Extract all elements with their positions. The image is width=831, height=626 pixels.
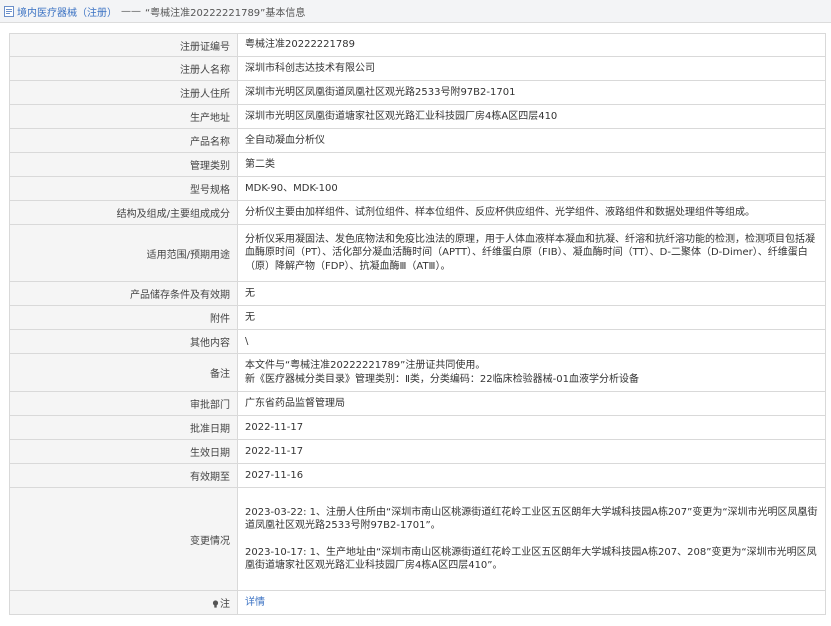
field-label: 注册证编号 (9, 33, 238, 57)
table-row: 产品名称 全自动凝血分析仪 (9, 128, 826, 153)
field-value: 2022-11-17 (237, 439, 826, 464)
field-value: 本文件与“粤械注准20222221789”注册证共同使用。 新《医疗器械分类目录… (237, 353, 826, 392)
details-link[interactable]: 详情 (245, 597, 265, 608)
field-label: 产品名称 (9, 128, 238, 153)
note-label: 注 (220, 599, 230, 610)
field-value: 详情 (237, 590, 826, 615)
table-row: 批准日期 2022-11-17 (9, 415, 826, 440)
field-label: 结构及组成/主要组成成分 (9, 200, 238, 225)
table-row: 有效期至 2027-11-16 (9, 463, 826, 488)
lightbulb-icon (212, 600, 219, 608)
change-entry: 2023-10-17: 1、生产地址由“深圳市南山区桃源街道红花岭工业区五区朗年… (245, 546, 817, 572)
field-label: 产品储存条件及有效期 (9, 281, 238, 306)
header-title: “粤械注准20222221789”基本信息 (145, 7, 306, 19)
table-row: 变更情况 2023-03-22: 1、注册人住所由“深圳市南山区桃源街道红花岭工… (9, 487, 826, 591)
remark-line: 本文件与“粤械注准20222221789”注册证共同使用。 (245, 360, 486, 371)
field-value: 深圳市光明区凤凰街道塘家社区观光路汇业科技园厂房4栋A区四层410 (237, 104, 826, 129)
field-value: \ (237, 329, 826, 354)
field-label: 生效日期 (9, 439, 238, 464)
table-row: 注册人名称 深圳市科创志达技术有限公司 (9, 56, 826, 81)
field-label: 注册人名称 (9, 56, 238, 81)
field-value: 粤械注准20222221789 (237, 33, 826, 57)
table-row: 结构及组成/主要组成成分 分析仪主要由加样组件、试剂位组件、样本位组件、反应杯供… (9, 200, 826, 225)
field-label: 批准日期 (9, 415, 238, 440)
field-label: 变更情况 (9, 487, 238, 591)
field-label: 其他内容 (9, 329, 238, 354)
field-value: 2027-11-16 (237, 463, 826, 488)
info-table: 注册证编号 粤械注准20222221789 注册人名称 深圳市科创志达技术有限公… (9, 33, 826, 615)
table-row: 审批部门 广东省药品监督管理局 (9, 391, 826, 416)
field-label: 注册人住所 (9, 80, 238, 105)
header-separator: —— (121, 5, 141, 17)
table-row: 注册人住所 深圳市光明区凤凰街道凤凰社区观光路2533号附97B2-1701 (9, 80, 826, 105)
field-value: 分析仪采用凝固法、发色底物法和免疫比浊法的原理，用于人体血液样本凝血和抗凝、纤溶… (237, 224, 826, 282)
field-value: 无 (237, 305, 826, 330)
field-value: 第二类 (237, 152, 826, 177)
field-value: 全自动凝血分析仪 (237, 128, 826, 153)
table-row: 备注 本文件与“粤械注准20222221789”注册证共同使用。 新《医疗器械分… (9, 353, 826, 392)
field-label: 型号规格 (9, 176, 238, 201)
field-label: 管理类别 (9, 152, 238, 177)
field-label: 适用范围/预期用途 (9, 224, 238, 282)
field-label: 注 (9, 590, 238, 615)
table-row: 注册证编号 粤械注准20222221789 (9, 33, 826, 57)
table-row: 适用范围/预期用途 分析仪采用凝固法、发色底物法和免疫比浊法的原理，用于人体血液… (9, 224, 826, 282)
table-row: 产品储存条件及有效期 无 (9, 281, 826, 306)
field-value: 分析仪主要由加样组件、试剂位组件、样本位组件、反应杯供应组件、光学组件、液路组件… (237, 200, 826, 225)
table-row: 型号规格 MDK-90、MDK-100 (9, 176, 826, 201)
field-value: 2023-03-22: 1、注册人住所由“深圳市南山区桃源街道红花岭工业区五区朗… (237, 487, 826, 591)
table-row: 生产地址 深圳市光明区凤凰街道塘家社区观光路汇业科技园厂房4栋A区四层410 (9, 104, 826, 129)
table-row: 附件 无 (9, 305, 826, 330)
document-icon (4, 5, 14, 17)
page-header: 境内医疗器械（注册） —— “粤械注准20222221789”基本信息 (0, 0, 831, 23)
field-value: 深圳市科创志达技术有限公司 (237, 56, 826, 81)
table-row: 管理类别 第二类 (9, 152, 826, 177)
field-value: 广东省药品监督管理局 (237, 391, 826, 416)
field-value: MDK-90、MDK-100 (237, 176, 826, 201)
table-row: 其他内容 \ (9, 329, 826, 354)
remark-line: 新《医疗器械分类目录》管理类别：Ⅱ类，分类编码：22临床检验器械-01血液学分析… (245, 373, 639, 385)
field-label: 生产地址 (9, 104, 238, 129)
field-value: 无 (237, 281, 826, 306)
table-row: 生效日期 2022-11-17 (9, 439, 826, 464)
field-label: 附件 (9, 305, 238, 330)
field-label: 有效期至 (9, 463, 238, 488)
field-value: 深圳市光明区凤凰街道凤凰社区观光路2533号附97B2-1701 (237, 80, 826, 105)
field-label: 审批部门 (9, 391, 238, 416)
change-entry: 2023-03-22: 1、注册人住所由“深圳市南山区桃源街道红花岭工业区五区朗… (245, 506, 818, 532)
header-category[interactable]: 境内医疗器械（注册） (17, 4, 117, 19)
field-label: 备注 (9, 353, 238, 392)
table-row: 注 详情 (9, 590, 826, 615)
field-value: 2022-11-17 (237, 415, 826, 440)
